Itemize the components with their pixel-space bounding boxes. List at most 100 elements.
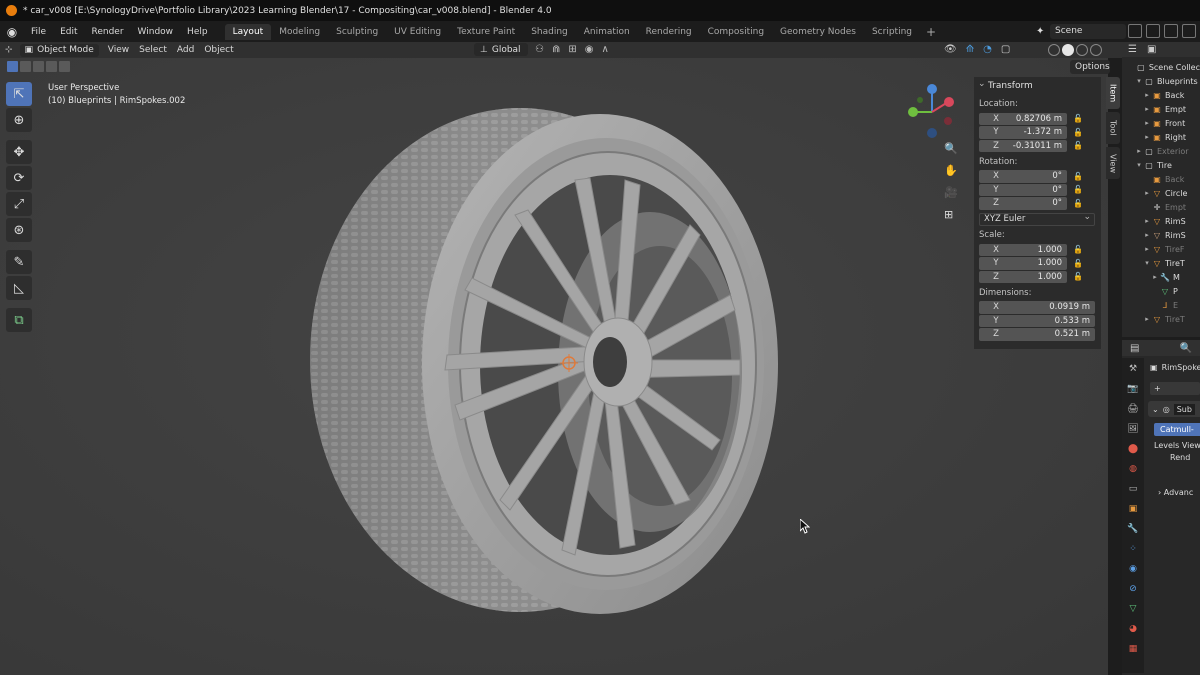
- lock-icon[interactable]: 🔓: [1071, 259, 1085, 268]
- expand-arrow-icon[interactable]: ▸: [1142, 133, 1152, 141]
- tab-modeling[interactable]: Modeling: [271, 24, 328, 40]
- overlays-icon[interactable]: ◔: [983, 44, 992, 55]
- scale-x-field[interactable]: X 1.000: [979, 243, 1067, 256]
- properties-editor-icon[interactable]: ▤: [1130, 343, 1139, 354]
- expand-arrow-icon[interactable]: ▸: [1134, 147, 1144, 155]
- dimensions-y-field[interactable]: Y 0.533 m: [979, 314, 1095, 327]
- lock-icon[interactable]: 🔓: [1071, 199, 1085, 208]
- outliner-item[interactable]: ▸ ▣ Empt: [1122, 102, 1200, 116]
- add-cube-tool[interactable]: ⧉: [6, 308, 32, 332]
- scene-tab-icon[interactable]: ⬤: [1128, 444, 1138, 457]
- scale-y-field[interactable]: Y 1.000: [979, 257, 1067, 270]
- select-box-tool[interactable]: ⇱: [6, 82, 32, 106]
- location-y-field[interactable]: Y -1.372 m: [979, 126, 1067, 139]
- render-tab-icon[interactable]: 📷: [1127, 384, 1138, 397]
- select-subtract-icon[interactable]: [33, 61, 44, 72]
- lock-icon[interactable]: 🔓: [1071, 272, 1085, 281]
- outliner-item[interactable]: ▸ ▽ RimS: [1122, 228, 1200, 242]
- rotation-y-field[interactable]: Y 0°: [979, 183, 1067, 196]
- outliner-item[interactable]: ▽ P: [1122, 284, 1200, 298]
- rendered-shading-icon[interactable]: [1090, 44, 1102, 56]
- output-tab-icon[interactable]: 🖨: [1127, 404, 1138, 417]
- add-workspace-button[interactable]: +: [920, 25, 942, 39]
- lock-icon[interactable]: 🔓: [1071, 114, 1085, 123]
- dimensions-z-field[interactable]: Z 0.521 m: [979, 328, 1095, 341]
- menu-file[interactable]: File: [24, 27, 53, 37]
- tab-layout[interactable]: Layout: [224, 23, 272, 40]
- lock-icon[interactable]: 🔓: [1071, 245, 1085, 254]
- scale-z-field[interactable]: Z 1.000: [979, 270, 1067, 283]
- outliner-item[interactable]: ▸ ▣ Back: [1122, 88, 1200, 102]
- outliner-item[interactable]: ▸ ▣ Front: [1122, 116, 1200, 130]
- navigation-gizmo[interactable]: [900, 80, 960, 150]
- material-shading-icon[interactable]: [1076, 44, 1088, 56]
- measure-tool[interactable]: ◺: [6, 276, 32, 300]
- tab-rendering[interactable]: Rendering: [638, 24, 700, 40]
- physics-tab-icon[interactable]: ◉: [1129, 564, 1137, 577]
- wireframe-shading-icon[interactable]: [1048, 44, 1060, 56]
- rotate-tool[interactable]: ⟳: [6, 166, 32, 190]
- material-tab-icon[interactable]: ◕: [1129, 624, 1137, 637]
- outliner-item[interactable]: ▸ 🔧 M: [1122, 270, 1200, 284]
- menu-object[interactable]: Object: [199, 45, 238, 55]
- object-mode-dropdown[interactable]: ▣ Object Mode: [19, 43, 99, 57]
- 3d-viewport[interactable]: User Perspective (10) Blueprints | RimSp…: [0, 58, 1108, 675]
- select-intersect-icon[interactable]: [59, 61, 70, 72]
- lock-icon[interactable]: 🔓: [1071, 172, 1085, 181]
- pan-hand-icon[interactable]: ✋: [944, 164, 958, 177]
- snap-icon[interactable]: ⋒: [552, 44, 560, 55]
- solid-shading-icon[interactable]: [1062, 44, 1074, 56]
- expand-arrow-icon[interactable]: ▸: [1142, 105, 1152, 113]
- view-layer-browse-icon[interactable]: [1182, 24, 1196, 38]
- dimensions-x-field[interactable]: X 0.0919 m: [979, 301, 1095, 314]
- expand-arrow-icon[interactable]: ▸: [1150, 273, 1160, 281]
- constraints-tab-icon[interactable]: ⊘: [1129, 584, 1137, 597]
- menu-add[interactable]: Add: [172, 45, 199, 55]
- view-layer-icon[interactable]: [1164, 24, 1178, 38]
- editor-type-icon[interactable]: ⊹: [0, 45, 18, 55]
- outliner-editor-icon[interactable]: ☰: [1128, 44, 1137, 55]
- outliner-item[interactable]: ▾ ▢ Blueprints: [1122, 74, 1200, 88]
- outliner-item[interactable]: ▸ ▣ Right: [1122, 130, 1200, 144]
- tool-tab-icon[interactable]: ⚒: [1129, 364, 1137, 377]
- expand-arrow-icon[interactable]: ▸: [1142, 315, 1152, 323]
- tab-animation[interactable]: Animation: [576, 24, 638, 40]
- tab-tool[interactable]: Tool: [1106, 112, 1120, 144]
- scene-selector[interactable]: Scene: [1050, 24, 1126, 39]
- tab-scripting[interactable]: Scripting: [864, 24, 920, 40]
- transform-tool[interactable]: ⊛: [6, 218, 32, 242]
- tab-texture-paint[interactable]: Texture Paint: [449, 24, 523, 40]
- blender-menu-icon[interactable]: ◉: [0, 25, 24, 39]
- outliner-item[interactable]: ▸ ▽ TireT: [1122, 312, 1200, 326]
- annotate-tool[interactable]: ✎: [6, 250, 32, 274]
- modifier-tab-icon[interactable]: 🔧: [1127, 524, 1138, 537]
- menu-view[interactable]: View: [103, 45, 134, 55]
- tab-item[interactable]: Item: [1106, 77, 1120, 109]
- tab-geometry-nodes[interactable]: Geometry Nodes: [772, 24, 864, 40]
- outliner-item[interactable]: ▸ ▽ Circle: [1122, 186, 1200, 200]
- modifier-name-field[interactable]: Sub: [1173, 403, 1195, 415]
- outliner-item[interactable]: ▣ Back: [1122, 172, 1200, 186]
- menu-help[interactable]: Help: [180, 27, 215, 37]
- grid-perspective-icon[interactable]: ⊞: [944, 208, 958, 221]
- xray-icon[interactable]: ▢: [1001, 44, 1010, 55]
- outliner-item[interactable]: ▾ ▽ TireT: [1122, 256, 1200, 270]
- outliner-item[interactable]: ▸ ▽ RimS: [1122, 214, 1200, 228]
- lock-icon[interactable]: 🔓: [1071, 128, 1085, 137]
- add-modifier-button[interactable]: +: [1150, 382, 1200, 395]
- pivot-icon[interactable]: ⚇: [535, 44, 544, 55]
- collapse-chevron-icon[interactable]: ⌄: [1152, 405, 1159, 414]
- camera-icon[interactable]: 🎥: [944, 186, 958, 199]
- object-tab-icon[interactable]: ▣: [1129, 504, 1138, 517]
- tab-shading[interactable]: Shading: [523, 24, 576, 40]
- data-tab-icon[interactable]: ▽: [1130, 604, 1137, 617]
- rotation-z-field[interactable]: Z 0°: [979, 197, 1067, 210]
- transform-header[interactable]: Transform: [974, 75, 1101, 95]
- scale-tool[interactable]: ⤢: [6, 192, 32, 216]
- outliner-item[interactable]: ▾ ▢ Tire: [1122, 158, 1200, 172]
- expand-arrow-icon[interactable]: ▸: [1142, 91, 1152, 99]
- transform-orientation-dropdown[interactable]: ⊥ Global: [474, 43, 528, 56]
- menu-select[interactable]: Select: [134, 45, 172, 55]
- tab-view[interactable]: View: [1106, 147, 1120, 179]
- view-layer-tab-icon[interactable]: 🖼: [1127, 424, 1138, 437]
